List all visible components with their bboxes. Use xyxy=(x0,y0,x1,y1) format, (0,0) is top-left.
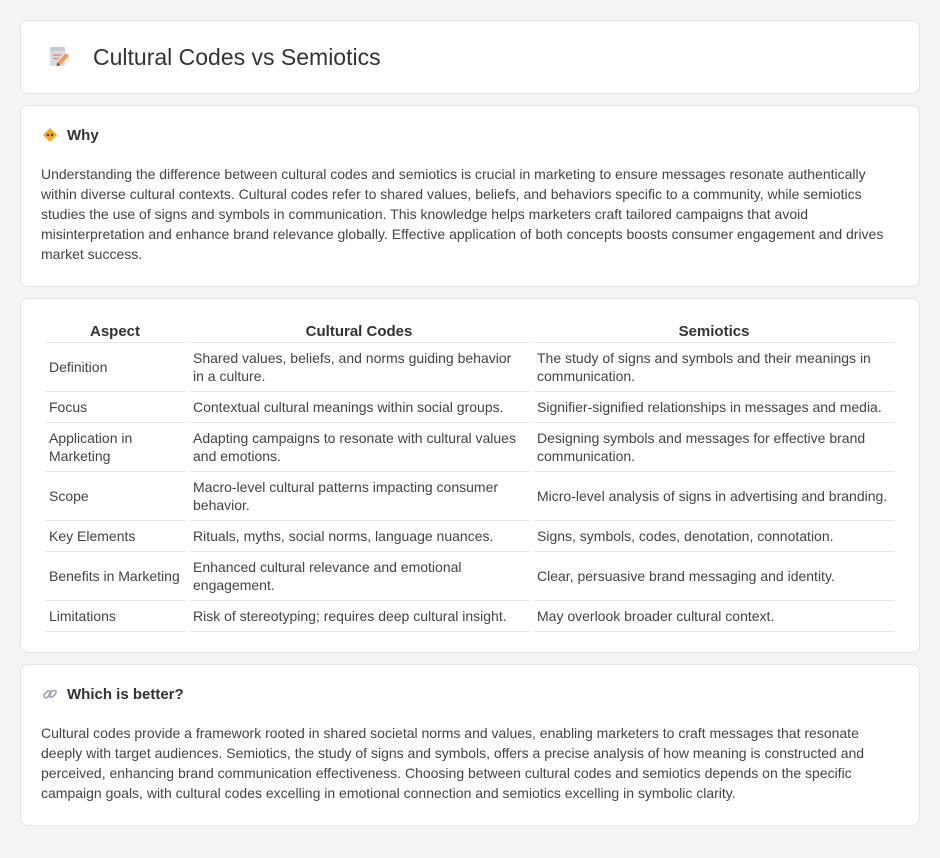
row-cultural-codes: Contextual cultural meanings within soci… xyxy=(189,392,529,423)
table-row: Application in Marketing Adapting campai… xyxy=(45,423,895,472)
which-better-section: Which is better? Cultural codes provide … xyxy=(20,664,920,826)
document-pencil-icon xyxy=(45,43,73,71)
table-row: Scope Macro-level cultural patterns impa… xyxy=(45,472,895,521)
row-semiotics: Signs, symbols, codes, denotation, conno… xyxy=(533,521,895,552)
row-semiotics: Clear, persuasive brand messaging and id… xyxy=(533,552,895,601)
header-aspect: Aspect xyxy=(45,319,185,343)
which-better-header: Which is better? xyxy=(41,685,899,703)
row-cultural-codes: Enhanced cultural relevance and emotiona… xyxy=(189,552,529,601)
diamond-sign-icon xyxy=(41,126,59,144)
row-aspect: Application in Marketing xyxy=(45,423,185,472)
row-semiotics: Micro-level analysis of signs in adverti… xyxy=(533,472,895,521)
row-cultural-codes: Macro-level cultural patterns impacting … xyxy=(189,472,529,521)
which-better-title: Which is better? xyxy=(67,685,184,703)
page-title: Cultural Codes vs Semiotics xyxy=(93,43,381,70)
table-row: Key Elements Rituals, myths, social norm… xyxy=(45,521,895,552)
header-card: Cultural Codes vs Semiotics xyxy=(20,20,920,94)
comparison-card: Aspect Cultural Codes Semiotics Definiti… xyxy=(20,298,920,653)
comparison-table: Aspect Cultural Codes Semiotics Definiti… xyxy=(41,319,899,632)
row-aspect: Definition xyxy=(45,343,185,392)
table-row: Limitations Risk of stereotyping; requir… xyxy=(45,601,895,632)
row-aspect: Benefits in Marketing xyxy=(45,552,185,601)
row-semiotics: May overlook broader cultural context. xyxy=(533,601,895,632)
table-header-row: Aspect Cultural Codes Semiotics xyxy=(45,319,895,343)
row-cultural-codes: Risk of stereotyping; requires deep cult… xyxy=(189,601,529,632)
row-aspect: Limitations xyxy=(45,601,185,632)
table-row: Definition Shared values, beliefs, and n… xyxy=(45,343,895,392)
link-icon xyxy=(41,685,59,703)
header-cultural-codes: Cultural Codes xyxy=(189,319,529,343)
why-section: Why Understanding the difference between… xyxy=(20,105,920,287)
why-text: Understanding the difference between cul… xyxy=(41,166,884,262)
row-cultural-codes: Shared values, beliefs, and norms guidin… xyxy=(189,343,529,392)
row-aspect: Focus xyxy=(45,392,185,423)
why-title: Why xyxy=(67,126,99,144)
row-aspect: Scope xyxy=(45,472,185,521)
row-aspect: Key Elements xyxy=(45,521,185,552)
which-better-text: Cultural codes provide a framework roote… xyxy=(41,725,865,801)
table-row: Focus Contextual cultural meanings withi… xyxy=(45,392,895,423)
page: Cultural Codes vs Semiotics Why Understa… xyxy=(0,0,940,857)
row-semiotics: Signifier-signified relationships in mes… xyxy=(533,392,895,423)
row-cultural-codes: Rituals, myths, social norms, language n… xyxy=(189,521,529,552)
row-cultural-codes: Adapting campaigns to resonate with cult… xyxy=(189,423,529,472)
row-semiotics: Designing symbols and messages for effec… xyxy=(533,423,895,472)
table-row: Benefits in Marketing Enhanced cultural … xyxy=(45,552,895,601)
header-semiotics: Semiotics xyxy=(533,319,895,343)
row-semiotics: The study of signs and symbols and their… xyxy=(533,343,895,392)
why-section-header: Why xyxy=(41,126,899,144)
